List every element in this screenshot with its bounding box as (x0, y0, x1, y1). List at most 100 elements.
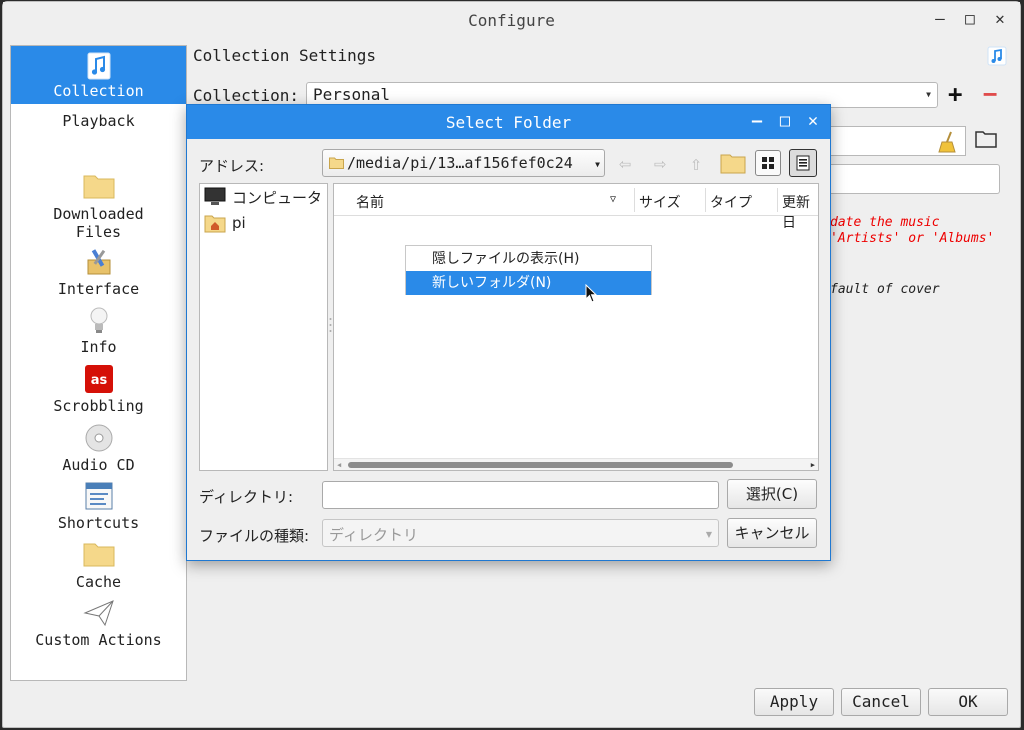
sidebar-item-label: Info (80, 338, 117, 356)
clear-broom-icon[interactable] (937, 131, 957, 153)
music-note-icon (87, 52, 111, 80)
maximize-button[interactable]: □ (962, 10, 978, 28)
folder-icon (83, 539, 115, 571)
sidebar-item-label: Shortcuts (57, 514, 140, 532)
back-arrow-icon[interactable]: ⇦ (613, 151, 637, 175)
column-separator (634, 188, 635, 212)
grid-icon (762, 157, 774, 169)
scroll-left-icon[interactable]: ◀ (337, 461, 341, 469)
column-size[interactable]: サイズ (639, 192, 681, 212)
up-arrow-icon[interactable]: ⇧ (684, 151, 708, 175)
svg-text:as: as (90, 373, 107, 388)
sidebar-item-info[interactable]: Info (11, 304, 186, 356)
ok-button[interactable]: OK (928, 688, 1008, 716)
chevron-down-icon: ▼ (926, 90, 931, 99)
computer-icon (204, 187, 226, 205)
scrollbar-thumb[interactable] (348, 462, 733, 468)
select-button[interactable]: 選択(C) (727, 479, 817, 509)
detail-view-button[interactable] (789, 149, 817, 177)
address-combo[interactable]: /media/pi/13…af156fef0c24 ▼ (322, 149, 605, 177)
close-button[interactable]: ✕ (992, 10, 1008, 28)
music-note-icon (987, 46, 1007, 66)
collection-path-input[interactable] (830, 126, 966, 156)
sidebar-item-scrobbling[interactable]: as Scrobbling (11, 363, 186, 415)
sidebar-item-interface[interactable]: Interface (11, 246, 186, 298)
sidebar-item-label: Audio CD (62, 456, 135, 474)
place-computer[interactable]: コンピュータ (204, 186, 322, 208)
cd-icon (83, 422, 115, 454)
sidebar-item-label: Downloaded Files (53, 205, 144, 241)
sidebar-item-label: Playback (62, 112, 135, 130)
places-panel: コンピュータ pi (199, 183, 328, 471)
place-label: コンピュータ (232, 188, 323, 207)
place-home[interactable]: pi (204, 212, 246, 234)
new-folder-icon[interactable] (720, 152, 746, 174)
cover-hint-text: fault of cover (830, 282, 940, 297)
collection-filter-input[interactable] (830, 164, 1000, 194)
home-folder-icon (204, 215, 226, 233)
filetype-value: ディレクトリ (329, 526, 418, 544)
directory-label: ディレクトリ: (199, 488, 294, 506)
shortcuts-icon (83, 480, 115, 512)
collection-select-value: Personal (313, 85, 391, 104)
menu-item-new-folder[interactable]: 新しいフォルダ(N) (406, 271, 651, 295)
window-titlebar[interactable]: Configure – □ ✕ (3, 2, 1020, 38)
remove-collection-button[interactable]: − (983, 80, 997, 108)
window-title: Configure (468, 11, 555, 30)
file-list[interactable]: 名前 ▽ サイズ タイプ 更新日 ◀ ▶ (333, 183, 819, 471)
place-label: pi (232, 214, 246, 232)
cancel-button[interactable]: Cancel (841, 688, 921, 716)
chevron-down-icon: ▼ (705, 530, 712, 539)
dialog-title: Select Folder (445, 113, 572, 132)
list-icon (796, 155, 810, 171)
sidebar-item-audio-cd[interactable]: Audio CD (11, 422, 186, 474)
sidebar-item-playback[interactable]: Playback (11, 112, 186, 130)
scroll-right-icon[interactable]: ▶ (811, 461, 815, 469)
select-folder-dialog: Select Folder – □ ✕ アドレス: /media/pi/13…a… (186, 104, 831, 561)
horizontal-scrollbar[interactable]: ◀ ▶ (334, 458, 818, 470)
dialog-titlebar[interactable]: Select Folder – □ ✕ (187, 105, 830, 139)
browse-folder-icon[interactable] (975, 130, 997, 148)
folder-icon (83, 171, 115, 203)
column-type[interactable]: タイプ (710, 192, 752, 212)
column-name[interactable]: 名前 (356, 192, 384, 212)
folder-icon (329, 157, 344, 169)
sidebar-item-label: Cache (75, 573, 122, 591)
dialog-maximize-button[interactable]: □ (776, 111, 794, 131)
address-label: アドレス: (199, 157, 265, 175)
menu-item-show-hidden[interactable]: 隠しファイルの表示(H) (406, 247, 651, 271)
sidebar-item-label: Collection (53, 82, 144, 100)
filetype-label: ファイルの種類: (199, 527, 310, 545)
dialog-close-button[interactable]: ✕ (804, 111, 822, 131)
file-list-header: 名前 ▽ サイズ タイプ 更新日 (334, 184, 818, 231)
address-value: /media/pi/13…af156fef0c24 (347, 154, 573, 172)
column-separator (777, 188, 778, 212)
sidebar-item-shortcuts[interactable]: Shortcuts (11, 480, 186, 532)
minimize-button[interactable]: – (932, 10, 948, 28)
apply-button[interactable]: Apply (754, 688, 834, 716)
sidebar-item-downloaded-files[interactable]: Downloaded Files (11, 171, 186, 241)
column-modified[interactable]: 更新日 (782, 192, 818, 232)
sidebar-item-custom-actions[interactable]: Custom Actions (11, 597, 186, 649)
icon-view-button[interactable] (755, 150, 781, 176)
filetype-combo[interactable]: ディレクトリ ▼ (322, 519, 719, 547)
sidebar-item-label: Interface (57, 280, 140, 298)
sidebar-item-cache[interactable]: Cache (11, 539, 186, 591)
dialog-cancel-button[interactable]: キャンセル (727, 518, 817, 548)
settings-page-title: Collection Settings (193, 46, 377, 65)
dialog-minimize-button[interactable]: – (748, 111, 766, 131)
settings-sidebar: Collection Playback Downloaded Files Int… (10, 45, 187, 681)
tools-icon (83, 246, 115, 278)
add-collection-button[interactable]: + (948, 80, 962, 108)
paper-plane-icon (82, 597, 115, 629)
chevron-down-icon: ▽ (610, 194, 617, 205)
chevron-down-icon: ▼ (595, 160, 600, 169)
forward-arrow-icon[interactable]: ⇨ (648, 151, 672, 175)
directory-input[interactable] (322, 481, 719, 509)
sidebar-item-collection[interactable]: Collection (11, 46, 186, 104)
lightbulb-icon (83, 304, 115, 336)
sidebar-item-label: Scrobbling (53, 397, 144, 415)
context-menu: 隠しファイルの表示(H) 新しいフォルダ(N) (405, 245, 652, 295)
panel-splitter[interactable] (329, 315, 332, 339)
lastfm-icon: as (83, 363, 115, 395)
